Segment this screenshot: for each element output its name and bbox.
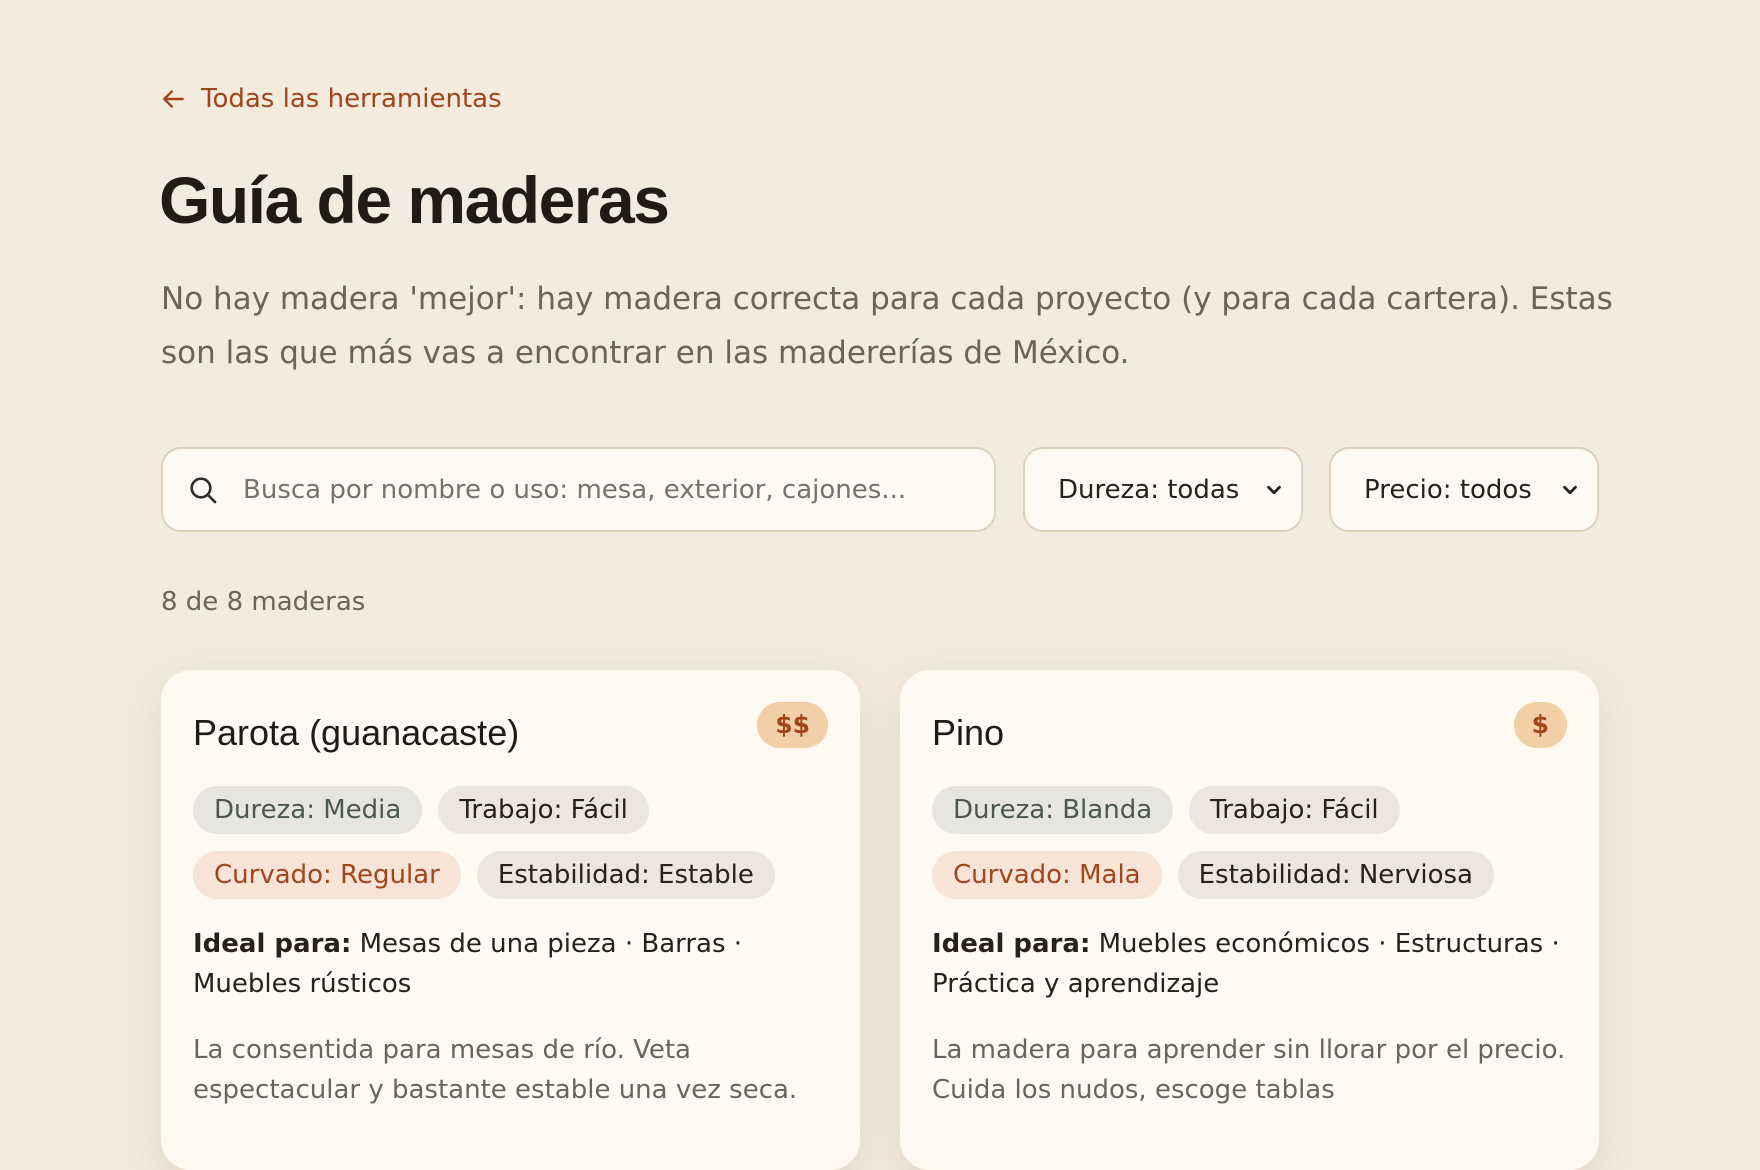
wood-card-description: La madera para aprender sin llorar por e… <box>932 1035 1566 1105</box>
wood-card-title: Pino <box>932 712 1005 753</box>
results-count: 8 de 8 maderas <box>161 587 366 617</box>
curvado-chip: Curvado: Mala <box>932 851 1162 899</box>
dureza-chip: Dureza: Blanda <box>932 786 1174 834</box>
page-title: Guía de maderas <box>159 163 670 237</box>
trabajo-chip: Trabajo: Fácil <box>1189 786 1400 834</box>
ideal-for-label: Ideal para: <box>193 929 352 959</box>
trabajo-chip: Trabajo: Fácil <box>438 786 649 834</box>
back-link-label: Todas las herramientas <box>201 84 502 114</box>
precio-select[interactable]: Precio: todos <box>1329 447 1599 532</box>
ideal-for: Ideal para: Muebles económicos · Estruct… <box>932 924 1567 1004</box>
wood-card[interactable]: Pino $ Dureza: Blanda Trabajo: Fácil Cur… <box>900 670 1599 1170</box>
back-link[interactable]: Todas las herramientas <box>161 84 502 114</box>
dureza-select[interactable]: Dureza: todas <box>1023 447 1303 532</box>
search-input[interactable] <box>241 473 985 506</box>
estabilidad-chip: Estabilidad: Estable <box>476 851 775 899</box>
wood-card-title: Parota (guanacaste) <box>193 712 520 753</box>
dureza-select-value: Dureza: todas <box>1058 474 1240 505</box>
page-intro: No hay madera 'mejor': hay madera correc… <box>161 281 1613 371</box>
chevron-down-icon <box>1267 485 1281 494</box>
precio-select-value: Precio: todos <box>1364 474 1532 505</box>
search-box[interactable] <box>161 447 996 532</box>
curvado-chip: Curvado: Regular <box>193 851 461 899</box>
estabilidad-chip: Estabilidad: Nerviosa <box>1177 851 1494 899</box>
ideal-for-label: Ideal para: <box>932 929 1091 959</box>
wood-card[interactable]: Parota (guanacaste) $$ Dureza: Media Tra… <box>161 670 860 1170</box>
search-icon <box>190 476 217 503</box>
price-badge: $ <box>1513 702 1567 748</box>
arrow-left-icon <box>163 90 184 108</box>
wood-card-description: La consentida para mesas de río. Veta es… <box>193 1035 798 1105</box>
ideal-for: Ideal para: Mesas de una pieza · Barras … <box>193 924 828 1004</box>
chevron-down-icon <box>1563 485 1577 494</box>
price-badge: $$ <box>757 702 828 748</box>
dureza-chip: Dureza: Media <box>193 786 423 834</box>
